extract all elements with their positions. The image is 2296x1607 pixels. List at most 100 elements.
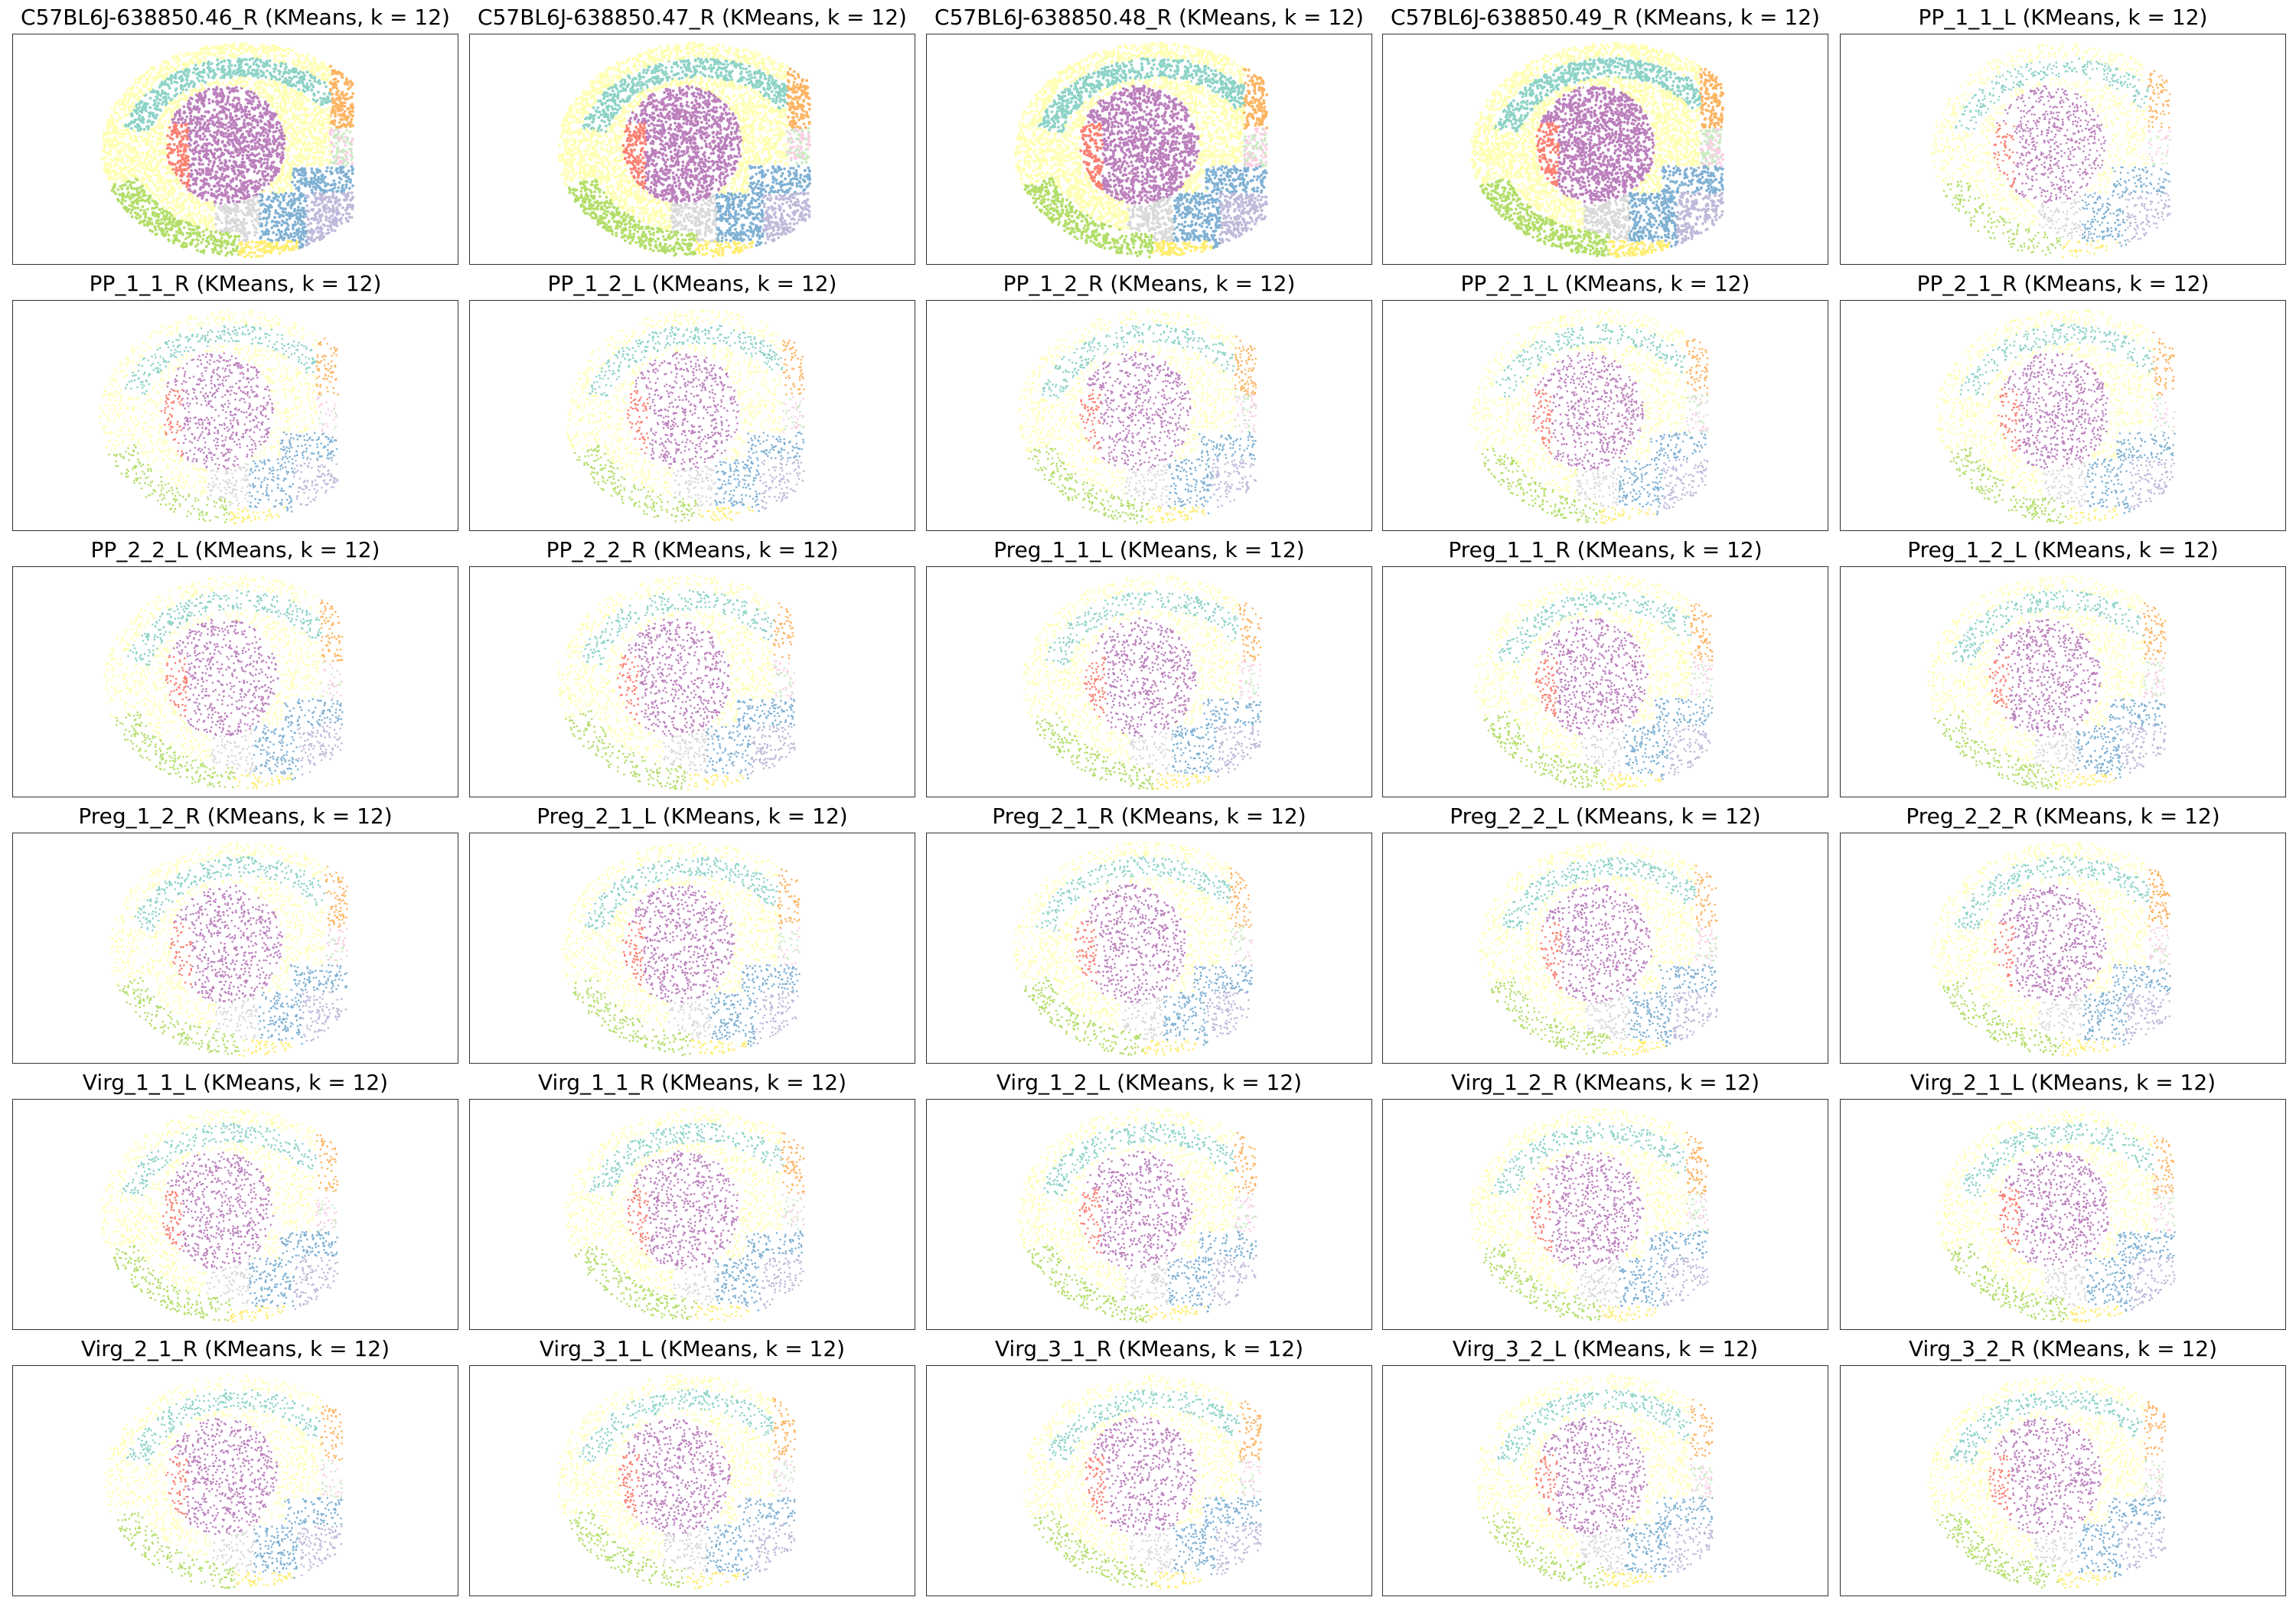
scatter-point [106, 125, 109, 128]
scatter-point [269, 181, 272, 184]
scatter-point [168, 96, 171, 99]
scatter-point [188, 142, 191, 145]
scatter-point [160, 152, 163, 155]
scatter-point [246, 170, 249, 173]
scatter-point [201, 101, 204, 104]
scatter-point [265, 251, 268, 254]
scatter-point [189, 212, 192, 215]
scatter-point [215, 96, 218, 99]
scatter-point [142, 152, 145, 155]
scatter-point [297, 236, 300, 240]
scatter-point [312, 98, 315, 101]
scatter-point [265, 244, 268, 247]
scatter-point [283, 244, 286, 247]
scatter-point [224, 132, 227, 135]
scatter-point [311, 208, 315, 211]
scatter-point [162, 76, 165, 79]
scatter-point [171, 195, 174, 198]
scatter-point [276, 78, 279, 81]
scatter-point [128, 142, 131, 145]
scatter-point [248, 180, 251, 183]
scatter-point [124, 153, 127, 156]
scatter-point [214, 148, 217, 152]
scatter-point [158, 86, 161, 89]
scatter-point [243, 109, 246, 112]
scatter-point [166, 129, 169, 132]
scatter-point [122, 197, 125, 200]
scatter-point [279, 118, 282, 121]
scatter-point [154, 155, 157, 158]
scatter-point [293, 120, 296, 123]
scatter-point [261, 81, 264, 84]
scatter-point [231, 141, 234, 144]
scatter-point [310, 113, 313, 116]
scatter-point [192, 119, 195, 122]
scatter-point [212, 209, 215, 212]
scatter-point [268, 49, 271, 52]
scatter-point [322, 63, 325, 66]
scatter-point [339, 160, 342, 163]
scatter-point [258, 94, 261, 97]
scatter-point [283, 93, 286, 96]
scatter-point [266, 70, 269, 73]
scatter-point [119, 129, 122, 132]
scatter-point [328, 136, 331, 139]
scatter-point [297, 206, 300, 209]
scatter-point [270, 206, 273, 209]
scatter-point [199, 187, 202, 191]
scatter-point [122, 110, 126, 113]
scatter-point [223, 135, 226, 138]
scatter-point [126, 166, 129, 169]
scatter-point [207, 73, 210, 77]
scatter-point [252, 153, 255, 156]
scatter-point [329, 65, 332, 68]
scatter-point [210, 62, 214, 65]
scatter-point [347, 83, 350, 86]
scatter-point [206, 51, 209, 54]
scatter-point [229, 212, 232, 215]
scatter-point [257, 244, 260, 247]
scatter-point [317, 197, 320, 200]
scatter-point [248, 110, 251, 113]
scatter-point [338, 198, 341, 201]
scatter-point [328, 189, 331, 192]
scatter-point [163, 197, 166, 200]
scatter-point [266, 93, 269, 96]
scatter-point [188, 102, 191, 105]
scatter-point [351, 115, 354, 118]
scatter-point [113, 110, 116, 113]
scatter-point [201, 127, 204, 130]
scatter-point [292, 60, 295, 64]
scatter-point [297, 222, 300, 225]
scatter-point [155, 91, 158, 94]
scatter-point [158, 121, 161, 124]
scatter-point [305, 96, 308, 99]
scatter-point [218, 158, 221, 161]
scatter-point [183, 207, 186, 210]
scatter-point [171, 55, 174, 58]
scatter-point [267, 124, 270, 127]
scatter-point [332, 136, 335, 139]
scatter-point [255, 148, 258, 151]
scatter-point [261, 240, 264, 243]
scatter-point [329, 225, 332, 228]
scatter-point [281, 220, 284, 223]
scatter-point [203, 105, 206, 108]
scatter-point [146, 80, 149, 83]
scatter-point [126, 187, 129, 191]
scatter-point [143, 172, 146, 175]
scatter-point [107, 119, 110, 122]
scatter-point [201, 53, 204, 56]
scatter-point [351, 118, 354, 121]
scatter-point [289, 240, 292, 243]
scatter-point [276, 121, 279, 124]
scatter-point [135, 217, 139, 220]
scatter-point [311, 191, 314, 194]
scatter-point [199, 75, 202, 78]
scatter-point [316, 64, 319, 67]
scatter-point [159, 159, 162, 162]
scatter-point [263, 246, 266, 249]
scatter-point [336, 168, 339, 171]
scatter-point [297, 131, 300, 134]
scatter-point [227, 136, 230, 139]
